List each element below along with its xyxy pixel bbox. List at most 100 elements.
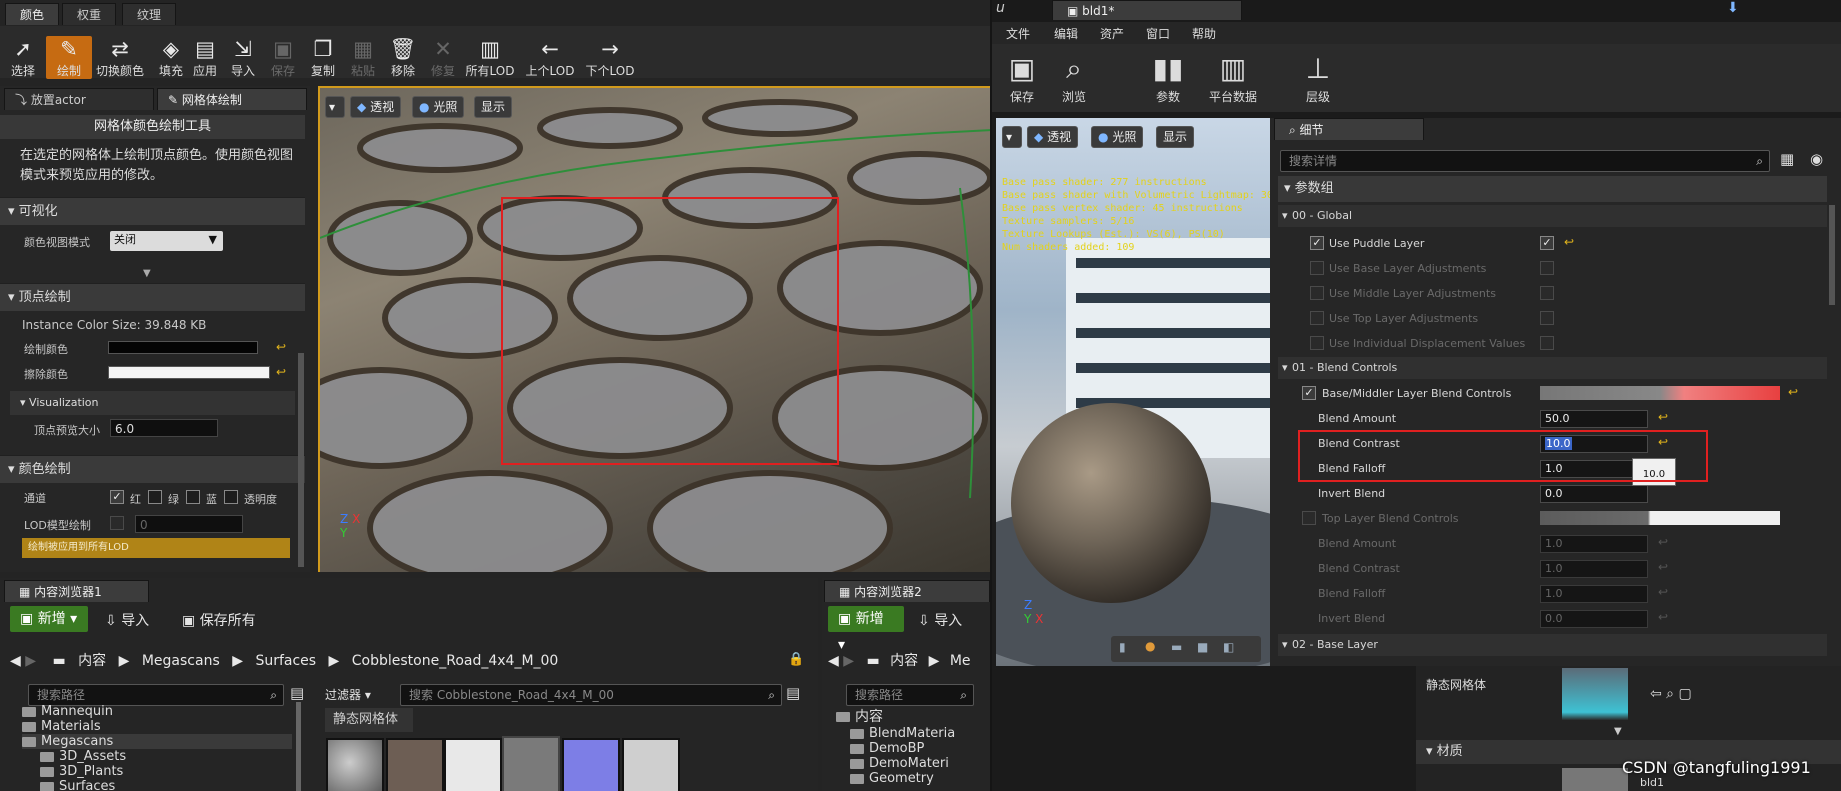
visual-section-header[interactable]: ▾ 可视化 (0, 197, 305, 225)
use-puddle-checkbox[interactable]: ✓ (1310, 236, 1324, 250)
use-displacement-value[interactable] (1540, 336, 1554, 350)
content-browser-1-tab[interactable]: ▦ 内容浏览器1 (4, 580, 149, 602)
list-item[interactable]: Mannequin (22, 704, 292, 719)
preview-options-button[interactable]: ▾ (1002, 126, 1022, 148)
color-paint-section-header[interactable]: ▾ 颜色绘制 (0, 455, 305, 483)
list-item[interactable]: 3D_Plants (22, 764, 292, 779)
select-tool-button[interactable]: ➚ 选择 (0, 36, 46, 79)
top-layer-checkbox[interactable] (1302, 511, 1316, 525)
top-invert-blend-input[interactable]: 0.0 (1540, 610, 1648, 628)
details-scrollbar[interactable] (1829, 205, 1835, 305)
list-icon[interactable]: ▤ (290, 684, 304, 702)
reset-icon[interactable]: ↩ (276, 340, 286, 354)
reset-icon[interactable]: ↩ (1658, 410, 1668, 424)
mode-tab-texture[interactable]: 纹理 (122, 3, 177, 25)
green-channel-checkbox[interactable] (148, 490, 162, 504)
use-top-adj-value[interactable] (1540, 311, 1554, 325)
menu-window[interactable]: 窗口 (1146, 25, 1170, 42)
cb2-import-button[interactable]: ⇩ 导入 (918, 610, 962, 630)
teapot-icon[interactable]: ◧ (1223, 640, 1234, 654)
list-item[interactable]: Megascans (22, 734, 292, 749)
gradient-preview[interactable] (1540, 386, 1780, 400)
preview-show-button[interactable]: 显示 (1156, 126, 1195, 148)
preview-lit-button[interactable]: ● 光照 (1091, 126, 1144, 148)
red-channel-checkbox[interactable]: ✓ (110, 490, 124, 504)
use-middle-adj-checkbox[interactable] (1310, 286, 1324, 300)
all-lod-button[interactable]: ▥ 所有LOD (462, 36, 518, 79)
preview-perspective-button[interactable]: ◆ 透视 (1027, 126, 1079, 148)
eye-icon[interactable]: ◉ (1810, 150, 1823, 168)
details-search[interactable]: 搜索详情 ⌕ (1280, 150, 1770, 172)
invert-blend-input[interactable]: 0.0 (1540, 485, 1648, 503)
asset-thumbnail[interactable] (444, 738, 502, 791)
lit-button[interactable]: ● 光照 (412, 96, 465, 118)
details-tab[interactable]: ⌕ 细节 (1274, 118, 1424, 140)
asset-thumbnail[interactable] (386, 738, 444, 791)
asset-thumbnail[interactable] (622, 738, 680, 791)
sphere-icon[interactable]: ● (1145, 639, 1155, 653)
alpha-channel-checkbox[interactable] (224, 490, 238, 504)
cb1-filter-button[interactable]: 过滤器 ▾ (325, 686, 371, 703)
reset-icon[interactable]: ↩ (276, 365, 286, 379)
list-item[interactable]: Geometry (836, 771, 955, 786)
paint-color-swatch[interactable] (108, 341, 258, 354)
base-layer-header[interactable]: ▾ 02 - Base Layer (1278, 634, 1827, 656)
reset-icon[interactable]: ↩ (1564, 235, 1574, 249)
use-selected-icon[interactable]: ⇦ ⌕ ▢ (1650, 686, 1692, 702)
asset-thumbnail[interactable] (502, 736, 560, 791)
cb1-save-all-button[interactable]: ▣ 保存所有 (182, 610, 256, 630)
list-item[interactable]: 内容 (836, 706, 955, 726)
paint-tool-button[interactable]: ✎ 绘制 (46, 36, 92, 79)
reset-icon[interactable]: ↩ (1658, 610, 1668, 624)
viewport-options-button[interactable]: ▾ (325, 96, 345, 118)
gradient-preview[interactable] (1540, 511, 1780, 525)
grid-view-icon[interactable]: ▦ (1780, 150, 1794, 168)
cb2-path-search[interactable]: 搜索路径 ⌕ (846, 684, 974, 706)
list-icon[interactable]: ▤ (786, 684, 800, 702)
top-blend-amount-input[interactable]: 1.0 (1540, 535, 1648, 553)
place-actor-tab[interactable]: ⤵ 放置actor (4, 88, 154, 110)
mesh-paint-tab[interactable]: ✎ 网格体绘制 (157, 88, 307, 110)
mode-tab-weight[interactable]: 权重 (62, 3, 117, 25)
content-browser-2-tab[interactable]: ▦ 内容浏览器2 (824, 580, 990, 602)
visualization-subheader[interactable]: ▾ Visualization (10, 391, 295, 415)
base-middle-checkbox[interactable]: ✓ (1302, 386, 1316, 400)
blue-channel-checkbox[interactable] (186, 490, 200, 504)
show-button[interactable]: 显示 (474, 96, 513, 118)
fix-button[interactable]: ✕ 修复 (420, 36, 466, 79)
panel-scrollbar[interactable] (298, 353, 304, 567)
forward-icon[interactable]: ▶ (25, 653, 36, 669)
blend-amount-input[interactable]: 50.0 (1540, 410, 1648, 428)
top-blend-contrast-input[interactable]: 1.0 (1540, 560, 1648, 578)
list-item[interactable]: Surfaces (22, 779, 292, 791)
asset-thumbnail[interactable] (326, 738, 384, 791)
cb1-asset-search[interactable]: 搜索 Cobblestone_Road_4x4_M_00 ⌕ (400, 684, 782, 706)
list-item[interactable]: DemoBP (836, 741, 955, 756)
platform-data-button[interactable]: ▥ 平台数据 (1202, 50, 1264, 105)
document-tab[interactable]: ▣ bld1* (1052, 0, 1242, 20)
mesh-thumbnail[interactable] (1562, 668, 1628, 720)
cb1-import-button[interactable]: ⇩ 导入 (105, 610, 149, 630)
list-item[interactable]: Materials (22, 719, 292, 734)
lod-input[interactable]: 0 (135, 515, 243, 533)
top-blend-falloff-input[interactable]: 1.0 (1540, 585, 1648, 603)
use-base-adj-checkbox[interactable] (1310, 261, 1324, 275)
list-item[interactable]: DemoMateri (836, 756, 955, 771)
use-puddle-value-checkbox[interactable]: ✓ (1540, 236, 1554, 250)
cube-icon[interactable]: ■ (1197, 640, 1208, 654)
next-lod-button[interactable]: → 下个LOD (582, 36, 638, 79)
reset-icon[interactable]: ↩ (1658, 560, 1668, 574)
cb1-path-search[interactable]: 搜索路径 ⌕ (28, 684, 284, 706)
save-button[interactable]: ▣ 保存 (998, 50, 1046, 105)
cb1-add-button[interactable]: ▣ 新增 ▾ (10, 606, 88, 632)
param-group-header[interactable]: ▾ 参数组 (1278, 176, 1827, 202)
list-item[interactable]: BlendMateria (836, 726, 955, 741)
back-icon[interactable]: ◀ (10, 653, 21, 669)
color-view-dropdown[interactable]: 关闭 ▼ (110, 231, 223, 251)
asset-thumbnail[interactable] (562, 738, 620, 791)
menu-help[interactable]: 帮助 (1192, 25, 1216, 42)
material-thumbnail[interactable] (1562, 768, 1628, 791)
list-item[interactable]: 3D_Assets (22, 749, 292, 764)
prev-lod-button[interactable]: ← 上个LOD (522, 36, 578, 79)
lod-checkbox[interactable] (110, 516, 124, 530)
